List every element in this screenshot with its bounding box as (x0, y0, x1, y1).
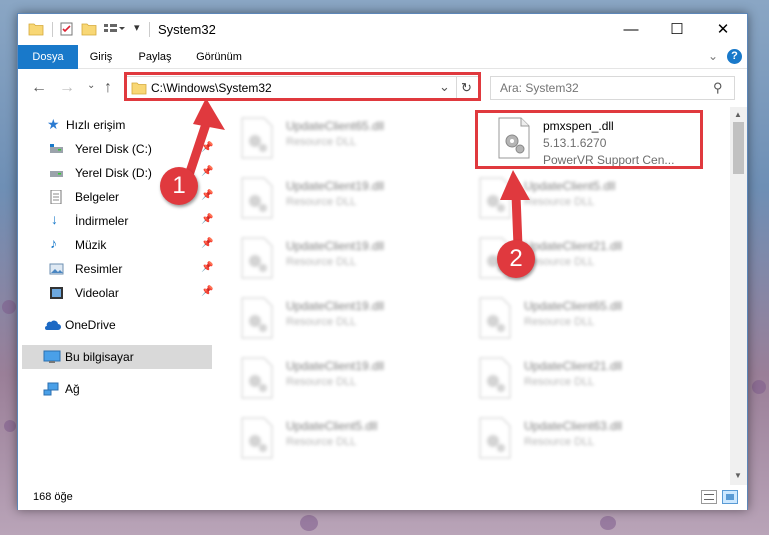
arrow-1 (183, 119, 211, 183)
callout-2: 2 (497, 240, 535, 278)
callout-arrows (183, 98, 530, 251)
arrow-2 (511, 190, 523, 251)
callout-1: 1 (160, 167, 198, 205)
arrowhead-1 (193, 98, 225, 130)
arrowhead-2 (500, 170, 530, 200)
